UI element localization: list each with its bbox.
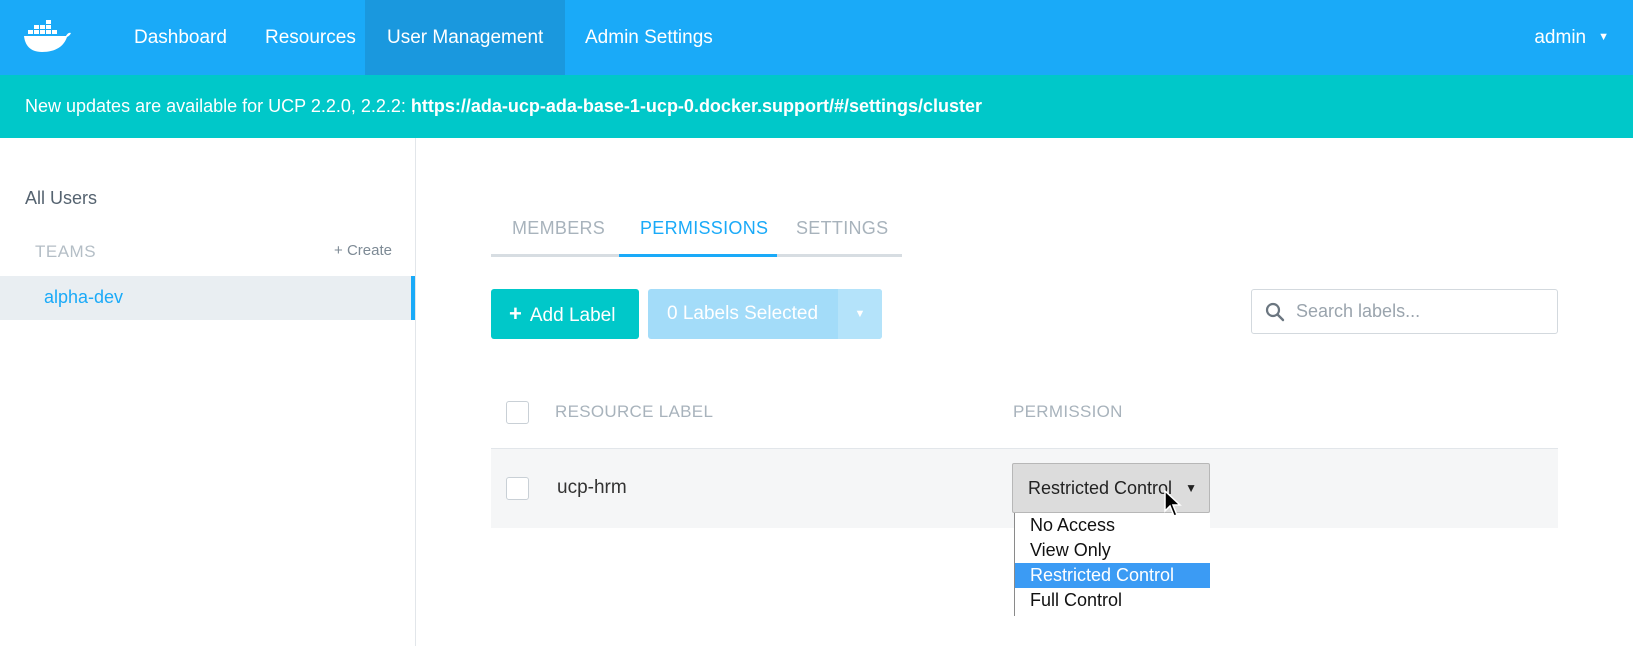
mouse-cursor-icon xyxy=(1164,490,1182,517)
banner-text: New updates are available for UCP 2.2.0,… xyxy=(25,96,411,116)
docker-logo-icon[interactable] xyxy=(22,16,72,56)
tab-bar: MEMBERS PERMISSIONS SETTINGS xyxy=(491,210,902,257)
select-all-checkbox[interactable] xyxy=(506,401,529,424)
teams-heading: TEAMS xyxy=(35,242,97,261)
nav-resources[interactable]: Resources xyxy=(243,0,378,75)
add-label-text: Add Label xyxy=(529,305,616,326)
nav-dashboard[interactable]: Dashboard xyxy=(112,0,249,75)
column-header-resource-label: RESOURCE LABEL xyxy=(555,402,714,421)
row-checkbox[interactable] xyxy=(506,477,529,500)
top-nav: Dashboard Resources User Management Admi… xyxy=(0,0,1633,75)
search-box xyxy=(1251,289,1558,334)
tab-members[interactable]: MEMBERS xyxy=(512,218,605,239)
nav-user-management[interactable]: User Management xyxy=(365,0,566,75)
user-name: admin xyxy=(1534,27,1587,48)
permission-dropdown: No Access View Only Restricted Control F… xyxy=(1014,513,1210,616)
update-banner: New updates are available for UCP 2.2.0,… xyxy=(0,75,1633,138)
permission-value: Restricted Control xyxy=(1028,478,1173,498)
search-icon xyxy=(1265,302,1285,322)
active-tab-indicator xyxy=(619,254,777,257)
create-team-link[interactable]: + Create xyxy=(334,242,392,259)
labels-selected-button[interactable]: 0 Labels Selected ▼ xyxy=(648,289,882,339)
labels-selected-text: 0 Labels Selected xyxy=(667,303,819,324)
sidebar: All Users TEAMS + Create alpha-dev xyxy=(0,138,416,646)
sidebar-item-team[interactable]: alpha-dev xyxy=(0,276,415,320)
team-label: alpha-dev xyxy=(44,287,124,307)
resource-label: ucp-hrm xyxy=(557,477,627,498)
chevron-down-icon: ▼ xyxy=(1185,481,1197,495)
option-restricted-control[interactable]: Restricted Control xyxy=(1015,563,1210,588)
sidebar-all-users[interactable]: All Users xyxy=(25,188,97,209)
chevron-down-icon[interactable]: ▼ xyxy=(838,289,882,339)
column-header-permission: PERMISSION xyxy=(1013,402,1123,421)
user-menu[interactable]: admin ▼ xyxy=(1534,0,1609,75)
banner-link[interactable]: https://ada-ucp-ada-base-1-ucp-0.docker.… xyxy=(411,96,982,116)
plus-icon: + xyxy=(509,301,522,326)
option-full-control[interactable]: Full Control xyxy=(1015,588,1210,613)
add-label-button[interactable]: + Add Label xyxy=(491,289,639,339)
option-view-only[interactable]: View Only xyxy=(1015,538,1210,563)
search-input[interactable] xyxy=(1296,290,1546,333)
nav-admin-settings[interactable]: Admin Settings xyxy=(563,0,735,75)
chevron-down-icon: ▼ xyxy=(1598,31,1609,43)
tab-permissions[interactable]: PERMISSIONS xyxy=(640,218,768,239)
tab-settings[interactable]: SETTINGS xyxy=(796,218,888,239)
